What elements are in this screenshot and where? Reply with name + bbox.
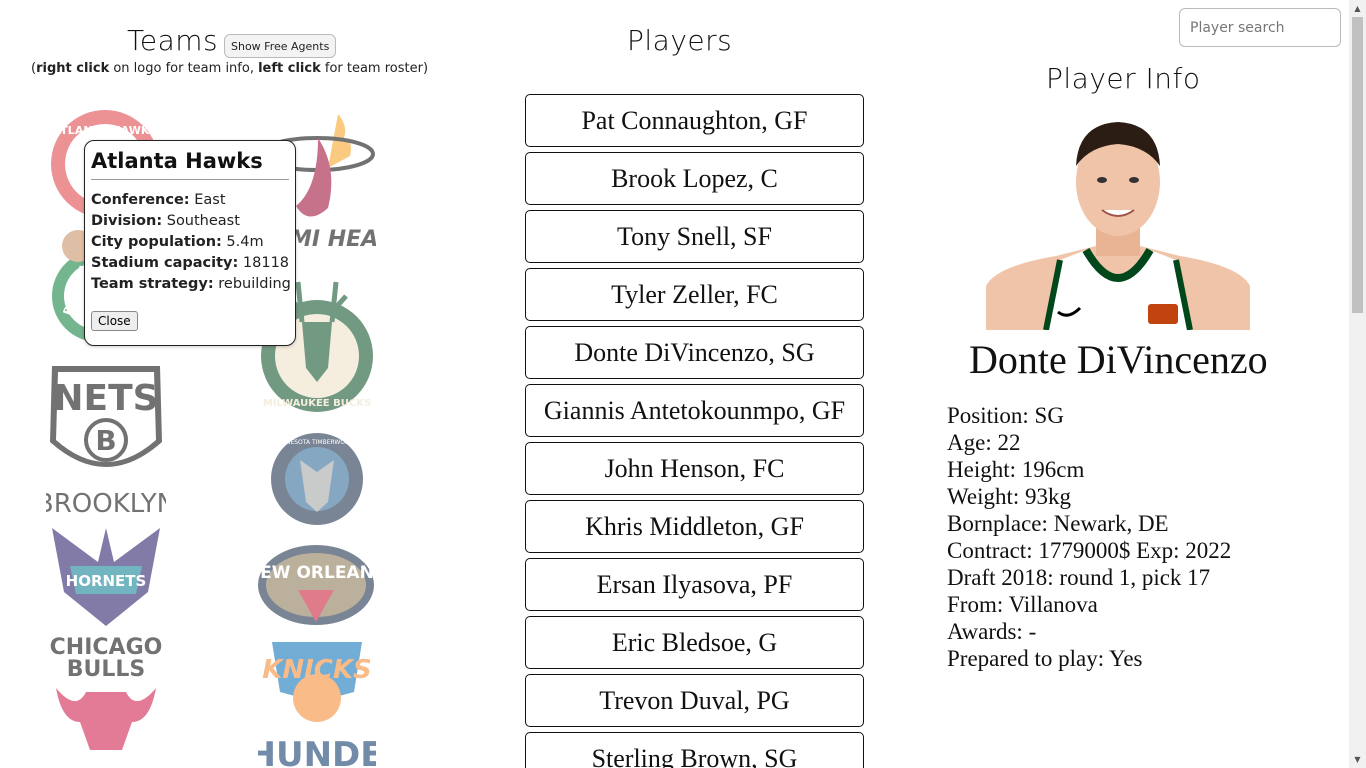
scroll-thumb[interactable] <box>1352 17 1363 313</box>
player-photo <box>986 116 1250 331</box>
page-scrollbar[interactable]: ▲ ▼ <box>1349 0 1366 768</box>
svg-text:B: B <box>95 424 116 457</box>
player-awards: Awards: - <box>947 619 1037 644</box>
player-button[interactable]: Eric Bledsoe, G <box>525 616 864 669</box>
player-prepared: Prepared to play: Yes <box>947 646 1143 671</box>
player-button[interactable]: Tony Snell, SF <box>525 210 864 263</box>
hornets-logo-icon[interactable]: HORNETS <box>48 522 164 628</box>
svg-text:BULLS: BULLS <box>67 657 146 682</box>
player-name: Donte DiVincenzo <box>969 337 1268 382</box>
popup-title: Atlanta Hawks <box>91 149 289 180</box>
player-button[interactable]: Khris Middleton, GF <box>525 500 864 553</box>
player-from: From: Villanova <box>947 592 1098 617</box>
svg-text:ATLANTA HAWKS: ATLANTA HAWKS <box>53 124 158 137</box>
svg-text:BROOKLYN: BROOKLYN <box>46 489 166 519</box>
player-info-title: Player Info <box>1046 62 1201 95</box>
svg-text:NETS: NETS <box>53 378 158 419</box>
timberwolves-logo-icon[interactable]: MINNESOTA TIMBERWOLVES <box>270 432 364 526</box>
svg-text:MINNESOTA TIMBERWOLVES: MINNESOTA TIMBERWOLVES <box>275 439 360 446</box>
players-title: Players <box>627 24 733 57</box>
scroll-up-arrow-icon[interactable]: ▲ <box>1349 0 1366 17</box>
teams-title: Teams <box>127 24 219 57</box>
player-button[interactable]: Tyler Zeller, FC <box>525 268 864 321</box>
player-height: Height: 196cm <box>947 457 1085 482</box>
player-button[interactable]: Sterling Brown, SG <box>525 732 864 768</box>
player-details: Position: SG Age: 22 Height: 196cm Weigh… <box>947 402 1231 672</box>
thunder-logo-icon[interactable]: THUNDER <box>258 728 376 768</box>
popup-conference: Conference: East <box>91 192 226 208</box>
teams-hint: (right click on logo for team info, left… <box>31 61 429 76</box>
player-draft: Draft 2018: round 1, pick 17 <box>947 565 1211 590</box>
player-button[interactable]: Donte DiVincenzo, SG <box>525 326 864 379</box>
player-button[interactable]: Ersan Ilyasova, PF <box>525 558 864 611</box>
popup-close-button[interactable]: Close <box>91 311 138 331</box>
player-button[interactable]: Pat Connaughton, GF <box>525 94 864 147</box>
player-button[interactable]: Brook Lopez, C <box>525 152 864 205</box>
popup-division: Division: Southeast <box>91 213 240 229</box>
popup-city-population: City population: 5.4m <box>91 234 264 250</box>
knicks-logo-icon[interactable]: KNICKS <box>262 632 372 724</box>
player-position: Position: SG <box>947 403 1064 428</box>
player-age: Age: 22 <box>947 430 1021 455</box>
nets-logo-icon[interactable]: NETS B BROOKLYN <box>46 362 166 520</box>
svg-text:HORNETS: HORNETS <box>66 572 147 590</box>
pelicans-logo-icon[interactable]: NEW ORLEANS <box>256 542 376 628</box>
svg-text:MILWAUKEE BUCKS: MILWAUKEE BUCKS <box>263 398 371 409</box>
popup-team-strategy: Team strategy: rebuilding <box>91 276 291 292</box>
popup-stadium-capacity: Stadium capacity: 18118 <box>91 255 290 271</box>
player-weight: Weight: 93kg <box>947 484 1071 509</box>
player-bornplace: Bornplace: Newark, DE <box>947 511 1169 536</box>
show-free-agents-button[interactable]: Show Free Agents <box>224 34 337 58</box>
bulls-logo-icon[interactable]: CHICAGO BULLS <box>46 632 166 756</box>
player-search-input[interactable] <box>1179 8 1341 47</box>
player-contract: Contract: 1779000$ Exp: 2022 <box>947 538 1232 563</box>
scroll-down-arrow-icon[interactable]: ▼ <box>1349 751 1366 768</box>
svg-text:NEW ORLEANS: NEW ORLEANS <box>256 563 376 583</box>
player-button[interactable]: John Henson, FC <box>525 442 864 495</box>
team-info-popup: Atlanta Hawks Conference: East Division:… <box>84 140 296 346</box>
player-button[interactable]: Trevon Duval, PG <box>525 674 864 727</box>
svg-text:THUNDER: THUNDER <box>258 735 376 768</box>
player-button[interactable]: Giannis Antetokounmpo, GF <box>525 384 864 437</box>
